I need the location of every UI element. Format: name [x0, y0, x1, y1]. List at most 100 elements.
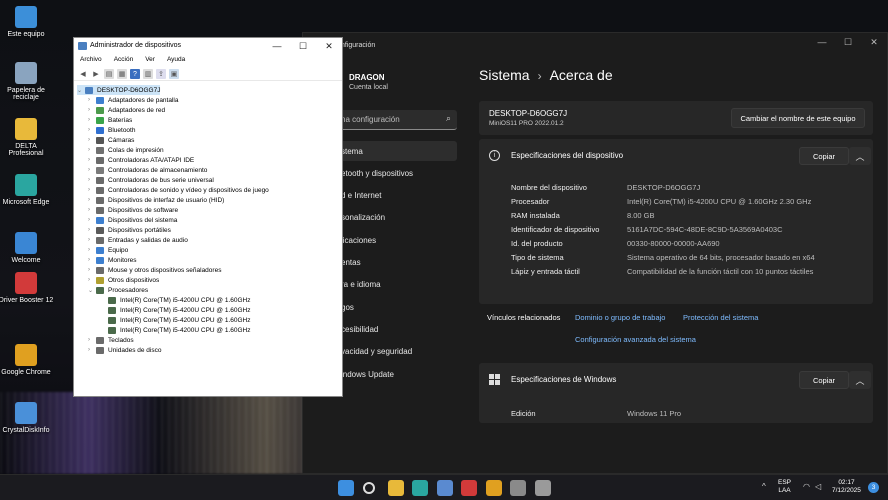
tree-category[interactable]: › Entradas y salidas de audio — [88, 235, 188, 245]
chevron-right-icon[interactable]: › — [88, 217, 96, 223]
settings-nav-item[interactable]: etooth y dispositivos — [333, 163, 457, 183]
chevron-up-icon[interactable]: ︿ — [849, 371, 871, 389]
tree-category[interactable]: › Bluetooth — [88, 125, 135, 135]
advanced-system-settings-link[interactable]: Configuración avanzada del sistema — [575, 335, 696, 344]
chevron-right-icon[interactable]: › — [88, 267, 96, 273]
tree-device[interactable]: Intel(R) Core(TM) i5-4200U CPU @ 1.60GHz — [100, 295, 251, 305]
chevron-right-icon[interactable]: › — [88, 137, 96, 143]
settings-nav-item[interactable]: ra e idioma — [333, 275, 457, 295]
settings-nav-item[interactable]: stema — [333, 141, 457, 161]
tree-category[interactable]: › Mouse y otros dispositivos señaladores — [88, 265, 221, 275]
tree-category[interactable]: › Adaptadores de pantalla — [88, 95, 178, 105]
chevron-right-icon[interactable]: › — [88, 107, 96, 113]
chevron-right-icon[interactable]: › — [88, 177, 96, 183]
search-icon[interactable] — [363, 482, 375, 494]
chevron-right-icon[interactable]: › — [88, 337, 96, 343]
windows-specs-header[interactable]: Especificaciones de Windows Copiar ︿ — [479, 363, 873, 397]
chevron-down-icon[interactable]: ⌄ — [77, 87, 85, 94]
close-icon[interactable]: ✕ — [316, 38, 342, 54]
rename-pc-button[interactable]: Cambiar el nombre de este equipo — [731, 108, 865, 128]
breadcrumb-parent[interactable]: Sistema — [479, 67, 530, 83]
settings-nav-item[interactable]: indows Update — [333, 364, 457, 384]
minimize-icon[interactable]: — — [264, 38, 290, 54]
device-manager-icon[interactable] — [535, 480, 551, 496]
desktop-icon[interactable]: Welcome — [0, 232, 54, 264]
tree-category[interactable]: › Colas de impresión — [88, 145, 164, 155]
settings-nav-item[interactable]: vacidad y seguridad — [333, 342, 457, 362]
search-icon[interactable]: ⌕ — [446, 113, 451, 124]
settings-nav-item[interactable]: entas — [333, 253, 457, 273]
tree-category[interactable]: › Teclados — [88, 335, 134, 345]
tree-category[interactable]: › Controladoras ATA/ATAPI IDE — [88, 155, 194, 165]
clock[interactable]: 02:17 7/12/2025 — [832, 479, 861, 495]
device-specs-header[interactable]: i Especificaciones del dispositivo Copia… — [479, 139, 873, 173]
store-icon[interactable] — [437, 480, 453, 496]
chevron-right-icon[interactable]: › — [88, 247, 96, 253]
maximize-icon[interactable]: ☐ — [290, 38, 316, 54]
settings-nav-item[interactable]: licaciones — [333, 230, 457, 250]
edge-icon[interactable] — [412, 480, 428, 496]
wifi-icon[interactable]: ◠ — [803, 482, 810, 491]
menu-ver[interactable]: Ver — [139, 56, 161, 68]
volume-icon[interactable]: ◁ — [815, 482, 821, 491]
menu-ayuda[interactable]: Ayuda — [161, 56, 191, 68]
desktop-icon[interactable]: Este equipo — [0, 6, 54, 38]
tree-category[interactable]: › Dispositivos del sistema — [88, 215, 177, 225]
copy-device-specs-button[interactable]: Copiar — [799, 147, 849, 165]
chevron-up-icon[interactable]: ^ — [762, 482, 766, 491]
chevron-right-icon[interactable]: › — [88, 237, 96, 243]
chevron-right-icon[interactable]: › — [88, 197, 96, 203]
copy-windows-specs-button[interactable]: Copiar — [799, 371, 849, 389]
settings-nav-item[interactable]: gos — [333, 297, 457, 317]
chevron-down-icon[interactable]: ⌄ — [88, 287, 96, 294]
menu-archivo[interactable]: Archivo — [74, 56, 108, 68]
desktop-icon[interactable]: DELTA Profesional — [0, 118, 54, 157]
chevron-up-icon[interactable]: ︿ — [849, 147, 871, 165]
desktop-icon[interactable]: Papelera de reciclaje — [0, 62, 54, 101]
tree-category[interactable]: › Controladoras de almacenamiento — [88, 165, 207, 175]
tree-category[interactable]: › Equipo — [88, 245, 128, 255]
settings-nav-item[interactable]: sonalización — [333, 208, 457, 228]
help-icon[interactable]: ? — [130, 69, 140, 79]
maximize-icon[interactable]: ☐ — [835, 33, 861, 51]
chevron-right-icon[interactable]: › — [88, 167, 96, 173]
tree-category[interactable]: › Controladoras de bus serie universal — [88, 175, 214, 185]
domain-workgroup-link[interactable]: Dominio o grupo de trabajo — [575, 313, 665, 322]
chevron-right-icon[interactable]: › — [88, 157, 96, 163]
settings-search[interactable]: ⌕ — [333, 110, 457, 130]
search-input[interactable] — [333, 110, 433, 128]
tree-category[interactable]: ⌄ Procesadores — [88, 285, 148, 295]
notification-badge[interactable]: 3 — [868, 482, 879, 493]
chevron-right-icon[interactable]: › — [88, 257, 96, 263]
tree-category[interactable]: › Controladoras de sonido y vídeo y dispo… — [88, 185, 269, 195]
list-view-icon[interactable]: ▥ — [143, 69, 153, 79]
tree-category[interactable]: › Otros dispositivos — [88, 275, 159, 285]
minimize-icon[interactable]: — — [809, 33, 835, 51]
chevron-right-icon[interactable]: › — [88, 187, 96, 193]
scan-hardware-icon[interactable]: ▣ — [169, 69, 179, 79]
chevron-right-icon[interactable]: › — [88, 347, 96, 353]
menu-accion[interactable]: Acción — [108, 56, 140, 68]
tree-category[interactable]: › Monitores — [88, 255, 137, 265]
desktop-icon[interactable]: Google Chrome — [0, 344, 54, 376]
tree-root[interactable]: ⌄ DESKTOP-D6OGG7J — [77, 85, 161, 95]
tree-category[interactable]: › Unidades de disco — [88, 345, 161, 355]
tree-category[interactable]: › Cámaras — [88, 135, 134, 145]
chevron-right-icon[interactable]: › — [88, 127, 96, 133]
tree-category[interactable]: › Dispositivos portátiles — [88, 225, 171, 235]
settings-nav-item[interactable]: cesibilidad — [333, 319, 457, 339]
tree-device[interactable]: Intel(R) Core(TM) i5-4200U CPU @ 1.60GHz — [100, 315, 251, 325]
tree-category[interactable]: › Baterías — [88, 115, 132, 125]
file-explorer-icon[interactable] — [388, 480, 404, 496]
desktop-icon[interactable]: Driver Booster 12 — [0, 272, 54, 304]
update-driver-icon[interactable]: ⇪ — [156, 69, 166, 79]
chevron-right-icon[interactable]: › — [88, 97, 96, 103]
chevron-right-icon[interactable]: › — [88, 117, 96, 123]
close-icon[interactable]: ✕ — [861, 33, 887, 51]
settings-icon[interactable] — [510, 480, 526, 496]
desktop-icon[interactable]: CrystalDiskInfo — [0, 402, 54, 434]
tree-device[interactable]: Intel(R) Core(TM) i5-4200U CPU @ 1.60GHz — [100, 325, 251, 335]
language-indicator[interactable]: ESP LAA — [778, 479, 791, 495]
start-icon[interactable] — [338, 480, 354, 496]
chrome-icon[interactable] — [486, 480, 502, 496]
